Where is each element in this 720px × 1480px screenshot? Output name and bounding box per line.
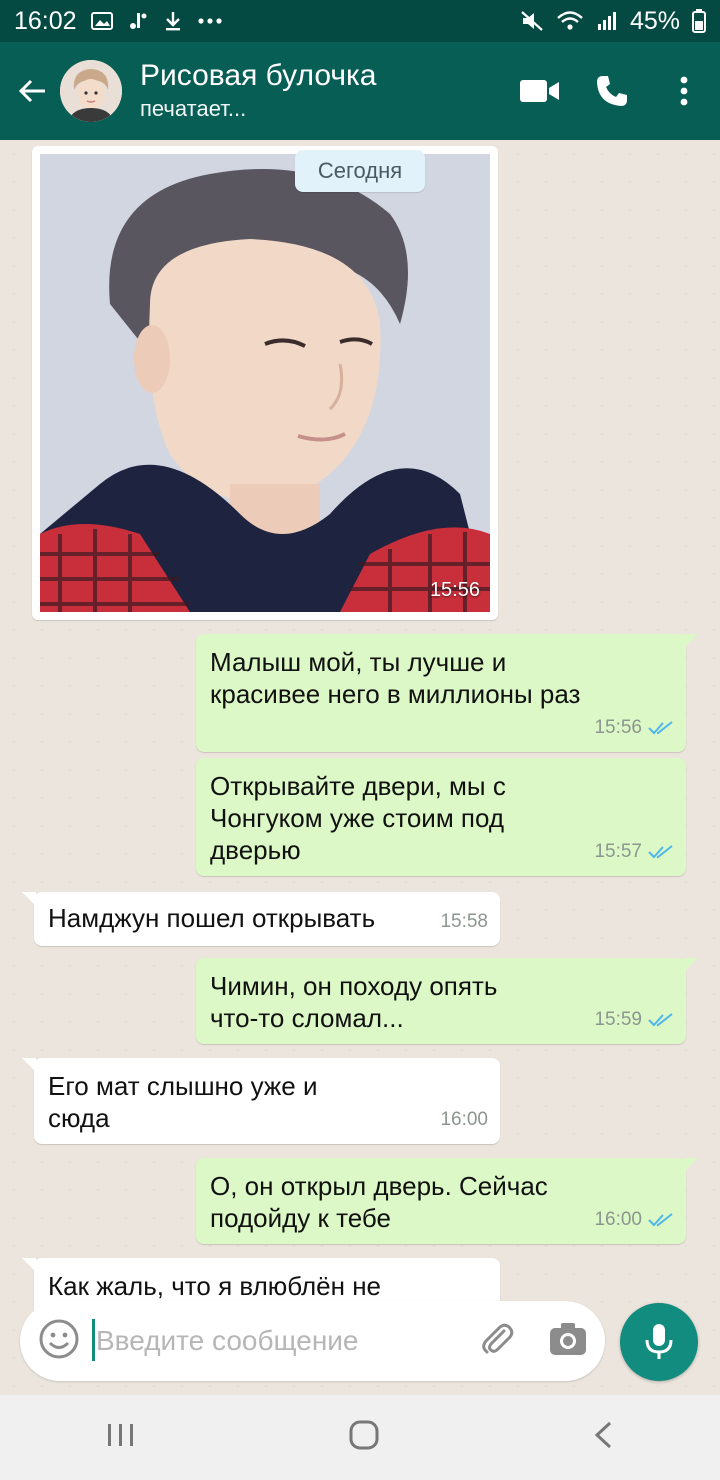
message-text: Малыш мой, ты лучше и красивее него в ми…	[210, 647, 581, 709]
notification-icon	[127, 9, 149, 33]
message-meta: 15:57	[594, 836, 674, 868]
message-text: О, он открыл дверь. Сейчас подойду к теб…	[210, 1171, 548, 1233]
read-ticks-icon	[648, 1013, 673, 1027]
message-input-placeholder: Введите сообщение	[96, 1325, 359, 1356]
message-bubble[interactable]: Чимин, он походу опять что-то сломал... …	[196, 958, 698, 1044]
date-chip: Сегодня	[295, 150, 425, 192]
message-bubble[interactable]: Его мат слышно уже и сюда 16:00	[22, 1058, 500, 1144]
message-text: Открывайте двери, мы с Чонгуком уже стои…	[210, 771, 506, 865]
message-text: Его мат слышно уже и сюда	[48, 1071, 318, 1133]
message-text: Намджун пошел открывать	[48, 903, 376, 933]
bubble-tail	[684, 958, 698, 972]
read-ticks-icon	[648, 1213, 673, 1227]
chat-header: Рисовая булочка печатает...	[0, 42, 720, 140]
photo-time: 15:56	[429, 579, 480, 601]
voice-call-button[interactable]	[576, 61, 648, 121]
message-time: 15:59	[594, 1009, 642, 1030]
message-time: 15:57	[594, 841, 642, 862]
message-bubble[interactable]: О, он открыл дверь. Сейчас подойду к теб…	[196, 1158, 698, 1244]
menu-dots-icon	[680, 76, 688, 106]
message-meta: 15:56	[594, 712, 674, 744]
menu-button[interactable]	[648, 61, 720, 121]
back-icon[interactable]	[592, 1420, 614, 1455]
back-button[interactable]	[4, 61, 60, 121]
mic-icon	[645, 1324, 673, 1359]
message-bubble[interactable]: Открывайте двери, мы с Чонгуком уже стои…	[196, 758, 686, 876]
mic-button[interactable]	[620, 1303, 698, 1381]
message-meta: 15:59	[594, 1004, 674, 1036]
camera-icon[interactable]	[549, 1322, 587, 1361]
back-arrow-icon	[18, 79, 45, 103]
system-nav-bar	[0, 1395, 720, 1480]
message-input-pill[interactable]: Введите сообщение	[20, 1301, 605, 1381]
message-time: 16:00	[440, 1109, 488, 1130]
battery-icon	[692, 9, 706, 33]
video-call-button[interactable]	[504, 61, 576, 121]
status-time: 16:02	[14, 6, 77, 35]
video-call-icon	[520, 80, 559, 102]
message-time: 15:58	[440, 911, 488, 932]
photo-message[interactable]: 15:56	[32, 146, 498, 620]
photo[interactable]: 15:56	[40, 154, 490, 612]
text-caret	[92, 1319, 95, 1361]
home-icon[interactable]	[348, 1419, 380, 1456]
contact-name[interactable]: Рисовая булочка	[140, 58, 376, 94]
attach-icon[interactable]	[479, 1321, 515, 1362]
signal-icon	[596, 9, 618, 33]
message-bubble[interactable]: Малыш мой, ты лучше и красивее него в ми…	[196, 634, 698, 752]
message-input[interactable]: Введите сообщение	[92, 1319, 359, 1361]
bubble-tail	[22, 892, 36, 906]
more-dots-icon	[197, 9, 223, 33]
status-bar: 16:02 45%	[0, 0, 720, 42]
bubble-tail	[22, 1258, 36, 1272]
message-text: Чимин, он походу опять что-то сломал...	[210, 971, 498, 1033]
message-time: 15:56	[594, 717, 642, 738]
composer: Введите сообщение	[0, 1295, 720, 1395]
mute-icon	[520, 9, 544, 33]
wifi-icon	[556, 9, 584, 33]
message-meta: 16:00	[594, 1204, 674, 1236]
bubble-tail	[684, 634, 698, 648]
battery-level: 45%	[629, 6, 680, 35]
chat-area[interactable]: 15:56 Сегодня Малыш мой, ты лучше и крас…	[0, 140, 720, 1395]
phone-icon	[597, 76, 627, 106]
message-time: 16:00	[594, 1209, 642, 1230]
message-bubble[interactable]: Намджун пошел открывать 15:58	[22, 892, 500, 946]
contact-status: печатает...	[140, 96, 247, 121]
emoji-icon[interactable]	[38, 1318, 80, 1365]
download-icon	[163, 9, 183, 33]
message-meta: 16:00	[440, 1104, 488, 1136]
recent-apps-icon[interactable]	[106, 1422, 136, 1453]
bubble-tail	[22, 1058, 36, 1072]
read-ticks-icon	[648, 721, 673, 735]
bubble-tail	[684, 1158, 698, 1172]
gallery-icon	[90, 9, 113, 33]
avatar[interactable]	[60, 60, 122, 122]
message-meta: 15:58	[440, 906, 488, 938]
read-ticks-icon	[648, 845, 673, 859]
